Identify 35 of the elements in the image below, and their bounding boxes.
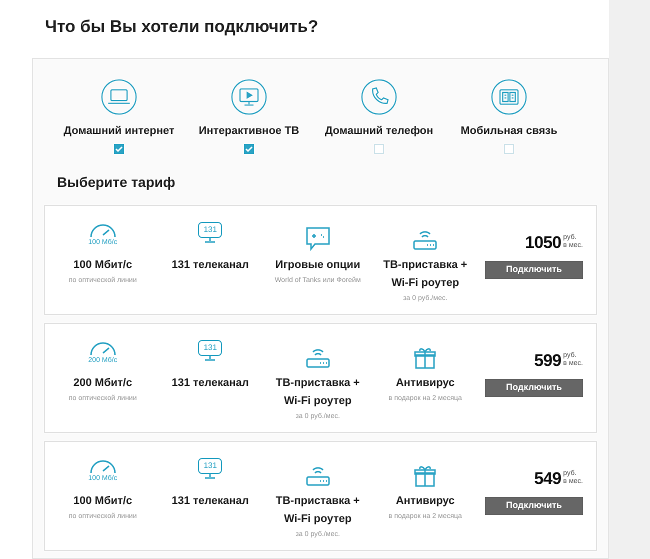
gamepad-icon [304, 226, 331, 252]
page-title: Что бы Вы хотели подключить? [45, 16, 320, 38]
service-checkbox[interactable] [374, 144, 384, 154]
feature-title: 200 Мбит/с [72, 376, 134, 390]
feature-title: ТВ-приставка + Wi-Fi роутер [274, 494, 361, 526]
feature-title: Антивирус [394, 376, 456, 390]
feature-title: ТВ-приставка + Wi-Fi роутер [274, 376, 361, 408]
feature-title: 131 телеканал [170, 258, 250, 272]
feature-title: ТВ-приставка + Wi-Fi роутер [382, 258, 468, 290]
sim-icon [491, 79, 527, 115]
connect-button[interactable]: Подключить [485, 261, 583, 279]
feature-title: 131 телеканал [170, 494, 250, 508]
price: 1050 [525, 232, 562, 254]
tv-icon [231, 79, 267, 115]
service-label: Домашний интернет [64, 124, 174, 139]
service-label: Домашний телефон [324, 124, 434, 139]
gift-icon [413, 346, 438, 370]
phone-icon [361, 79, 397, 115]
service-label: Мобильная связь [460, 124, 558, 139]
feature-title: 100 Мбит/с [72, 258, 134, 272]
service-label: Интерактивное ТВ [198, 124, 300, 139]
service-checkbox[interactable] [244, 144, 254, 154]
gift-icon [413, 464, 438, 488]
price: 599 [534, 350, 562, 372]
feature-title: 131 телеканал [170, 376, 250, 390]
connect-button[interactable]: Подключить [485, 497, 583, 515]
service-checkbox[interactable] [504, 144, 514, 154]
feature-title: 100 Мбит/с [72, 494, 134, 508]
connect-button[interactable]: Подключить [485, 379, 583, 397]
feature-title: Игровые опции [274, 258, 362, 272]
section-heading: Выберите тариф [57, 172, 176, 192]
price: 549 [534, 468, 562, 490]
service-checkbox[interactable] [114, 144, 124, 154]
feature-title: Антивирус [394, 494, 456, 508]
laptop-icon [101, 79, 137, 115]
